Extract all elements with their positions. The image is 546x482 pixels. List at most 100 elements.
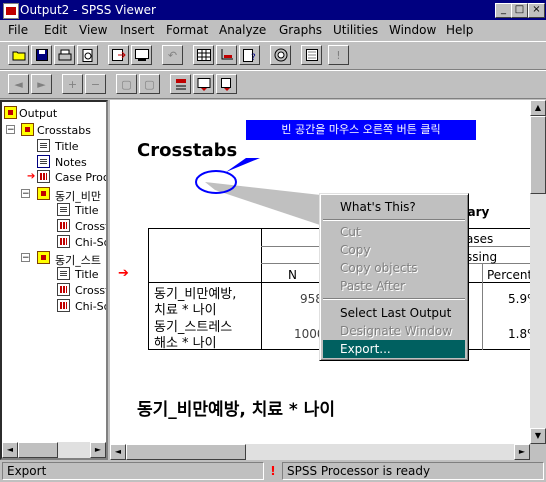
scroll-thumb[interactable] [530,116,546,194]
n-column-header: N [288,268,297,282]
current-object-arrow-icon: ➔ [118,266,129,281]
menu-analyze[interactable]: Analyze [219,23,266,37]
promote-left-icon[interactable]: ◄ [8,74,29,94]
scroll-corner [530,444,546,460]
context-menu[interactable]: What's This? Cut Copy Copy objects Paste… [319,193,469,361]
save-icon[interactable] [31,45,52,65]
demote-right-icon[interactable]: ► [31,74,52,94]
tree-item-title[interactable]: Title [75,268,99,281]
table-icon [37,170,50,183]
tree-item-title[interactable]: Title [55,140,79,153]
table-icon [57,219,70,232]
tree-item-chisquare[interactable]: Chi-Sq [75,236,106,249]
expand-plus-icon[interactable]: + [62,74,83,94]
menu-graphs[interactable]: Graphs [279,23,322,37]
menu-item-paste-after[interactable]: Paste After [323,277,465,295]
open-icon[interactable] [8,45,29,65]
print-icon[interactable] [54,45,75,65]
row2-label-line2: 해소 * 나이 [154,336,217,351]
use-sets-icon[interactable] [270,45,291,65]
collapse-node-icon[interactable]: − [6,125,15,135]
menu-window[interactable]: Window [389,23,436,37]
close-button[interactable]: × [528,3,545,18]
tree-item-case-processing[interactable]: Case Proce [55,171,106,184]
table-icon [57,235,70,248]
status-bar: Export ! SPSS Processor is ready [0,460,546,482]
menu-item-export[interactable]: Export... [323,340,465,358]
scroll-up-icon[interactable]: ▲ [530,100,546,116]
scroll-thumb[interactable] [126,444,246,460]
menu-separator [323,298,465,300]
menu-file[interactable]: File [8,23,28,37]
menu-view[interactable]: View [79,23,107,37]
menu-format[interactable]: Format [166,23,208,37]
undo-icon[interactable]: ↶ [162,45,183,65]
tree-item-chisquare[interactable]: Chi-Sq [75,300,106,313]
tree-item-notes[interactable]: Notes [55,156,87,169]
crosstabs-heading: Crosstabs [137,140,238,161]
scroll-right-icon[interactable]: ► [514,444,530,460]
scroll-left-icon[interactable]: ◄ [110,444,126,460]
goto-data-icon[interactable] [193,45,214,65]
scroll-down-icon[interactable]: ▼ [530,428,546,444]
table-icon [57,283,70,296]
insert-heading-icon[interactable] [170,74,191,94]
maximize-button[interactable]: □ [511,3,528,18]
tree-item-crosstab[interactable]: Crosst [75,284,106,297]
scroll-left-icon[interactable]: ◄ [2,442,18,458]
viewer-vertical-scrollbar[interactable]: ▲ ▼ [530,100,546,444]
goto-case-icon[interactable] [216,45,237,65]
dialog-recall-icon[interactable] [131,45,152,65]
notes-page-icon [37,155,50,168]
select-cases-icon[interactable] [301,45,322,65]
tree-item-group-obesity[interactable]: 동기_비만 [55,188,101,204]
export-icon[interactable] [108,45,129,65]
viewer-horizontal-scrollbar[interactable]: ◄ ► [110,444,530,460]
section-title: 동기_비만예방, 치료 * 나이 [137,400,336,420]
spss-app-icon[interactable] [3,3,19,19]
title-page-icon [37,139,50,152]
warning-icon[interactable]: ! [328,45,349,65]
minimize-button[interactable]: _ [495,3,512,18]
collapse-minus-icon[interactable]: − [85,74,106,94]
menu-item-designate-window[interactable]: Designate Window [323,322,465,340]
menu-edit[interactable]: Edit [44,23,67,37]
menu-separator [323,219,465,221]
missing-header-fragment: ssing [466,250,498,264]
scroll-right-icon[interactable]: ► [90,442,106,458]
print-preview-icon[interactable] [77,45,98,65]
tree-item-crosstab[interactable]: Crosst [75,220,106,233]
svg-text:?: ? [251,53,256,62]
table-icon [57,299,70,312]
status-message: Export [2,462,264,480]
tree-horizontal-scrollbar[interactable]: ◄ ► [2,442,106,458]
percent-column-header: Percent [487,268,533,282]
tree-item-group-stress[interactable]: 동기_스트 [55,252,101,268]
hide-icon[interactable]: ▢ [139,74,160,94]
scroll-thumb[interactable] [18,442,58,458]
table-col-divider [482,263,483,350]
variables-icon[interactable]: ? [239,45,260,65]
outline-pane[interactable]: Output − Crosstabs Title Notes ➔ Case Pr… [0,100,108,460]
collapse-node-icon[interactable]: − [21,253,30,263]
outline-toolbar: ◄ ► + − ▢ ▢ [0,70,546,99]
show-icon[interactable]: ▢ [116,74,137,94]
title-page-icon [57,267,70,280]
collapse-node-icon[interactable]: − [21,189,30,199]
insert-title-icon[interactable] [193,74,214,94]
menu-item-copy[interactable]: Copy [323,241,465,259]
menu-item-cut[interactable]: Cut [323,223,465,241]
menu-item-copy-objects[interactable]: Copy objects [323,259,465,277]
menu-help[interactable]: Help [446,23,473,37]
menu-insert[interactable]: Insert [120,23,154,37]
insert-text-icon[interactable] [216,74,237,94]
callout-label: 빈 공간을 마우스 오른쪽 버튼 클릭 [246,120,476,140]
menu-item-select-last-output[interactable]: Select Last Output [323,304,465,322]
menu-item-whats-this[interactable]: What's This? [323,198,465,216]
tree-item-title[interactable]: Title [75,204,99,217]
tree-item-crosstabs[interactable]: Crosstabs [37,124,91,137]
tree-item-output[interactable]: Output [19,107,57,120]
menu-bar: File Edit View Insert Format Analyze Gra… [0,20,546,40]
menu-utilities[interactable]: Utilities [333,23,378,37]
title-bar: Output2 - SPSS Viewer _ □ × [0,0,546,20]
